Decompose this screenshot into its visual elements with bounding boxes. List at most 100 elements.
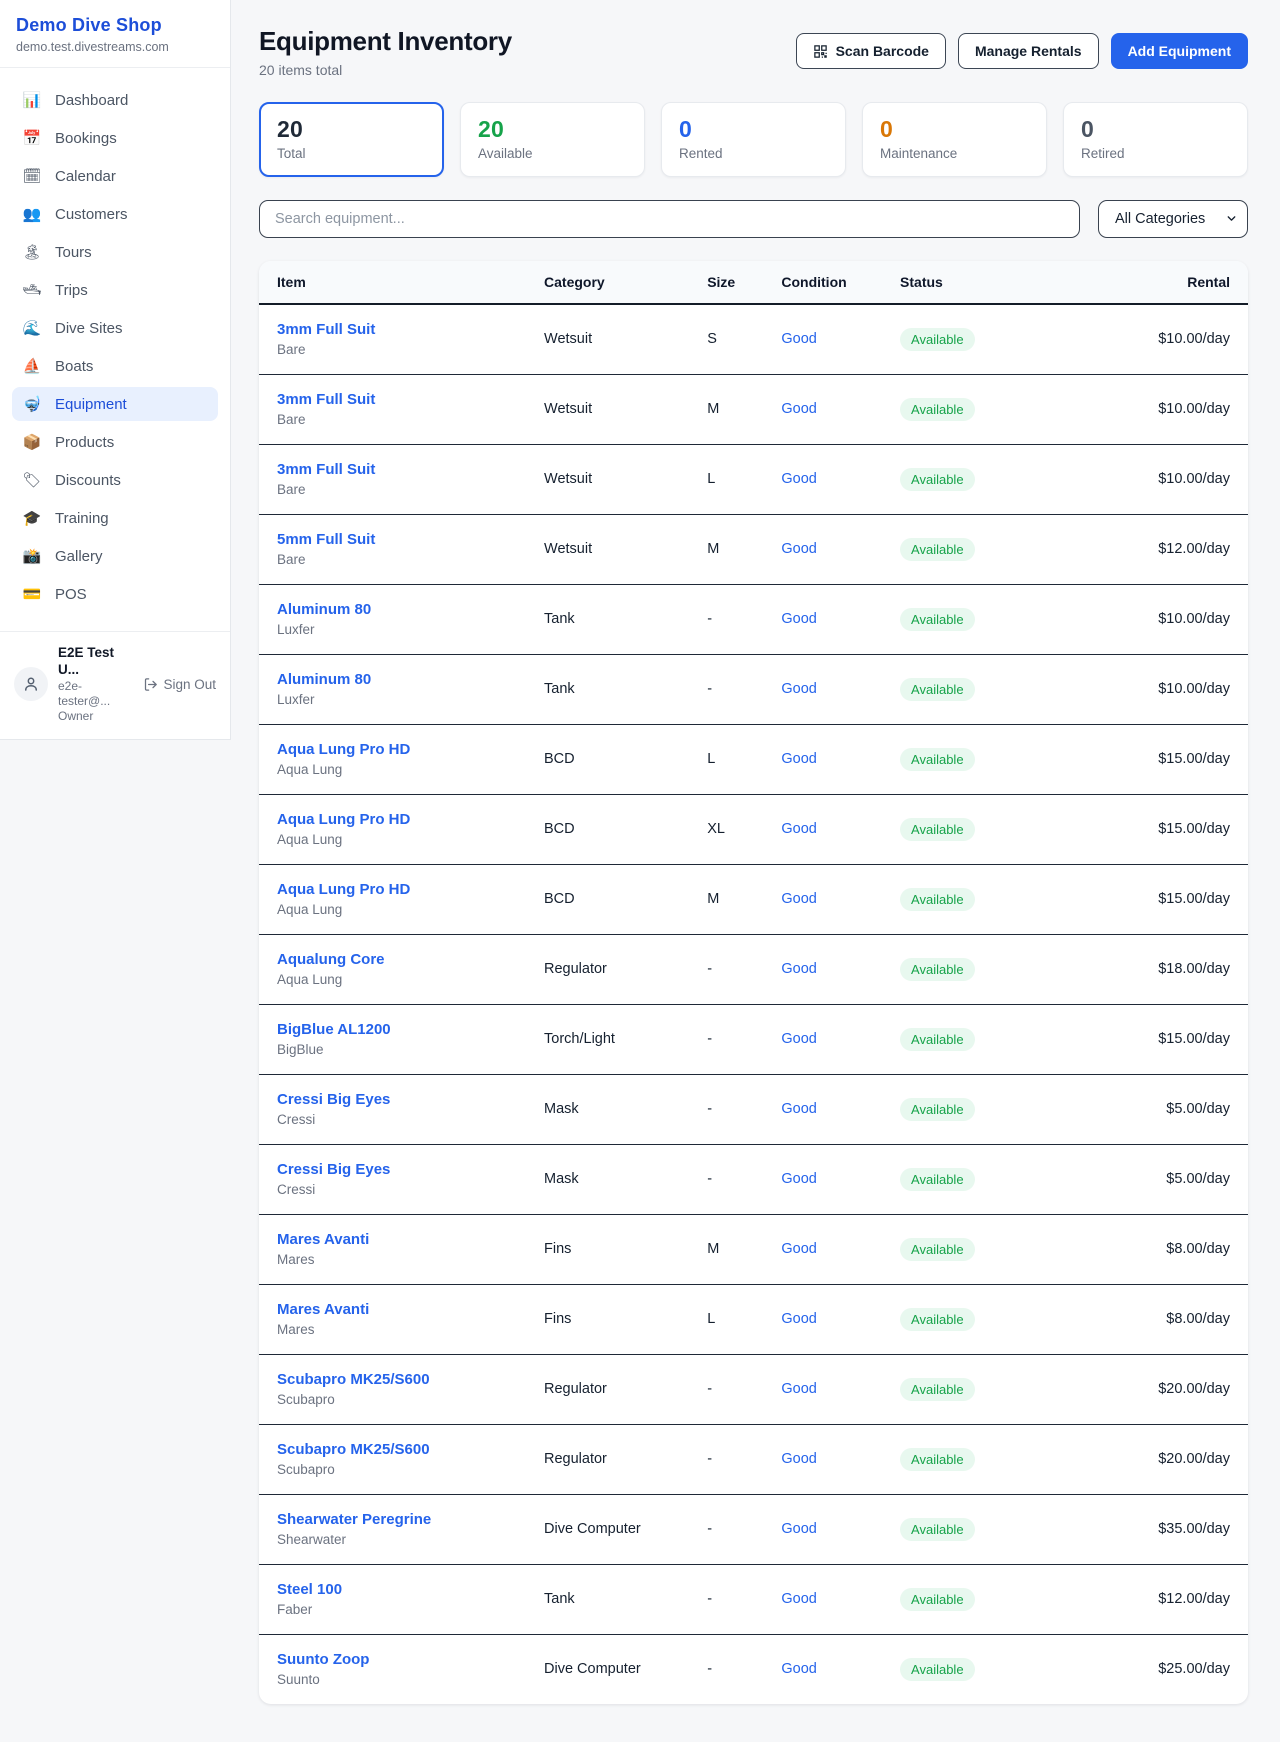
stat-card-retired[interactable]: 0 Retired <box>1063 102 1248 177</box>
item-name-link[interactable]: Scubapro MK25/S600 <box>277 1371 430 1388</box>
condition-link[interactable]: Good <box>781 821 816 837</box>
category-select[interactable]: All Categories <box>1098 200 1248 238</box>
item-name-link[interactable]: Suunto Zoop <box>277 1651 369 1668</box>
item-brand: Scubapro <box>277 1462 510 1477</box>
item-size: M <box>689 1214 763 1284</box>
sidebar-item-pos[interactable]: 💳 POS <box>12 577 218 611</box>
sidebar-nav: 📊 Dashboard 📅 Bookings 🗓 Calendar 👥 Cust… <box>0 68 230 625</box>
item-name-link[interactable]: 3mm Full Suit <box>277 321 375 338</box>
condition-link[interactable]: Good <box>781 961 816 977</box>
app-root: Demo Dive Shop demo.test.divestreams.com… <box>0 0 1280 1742</box>
condition-link[interactable]: Good <box>781 331 816 347</box>
table-row: Shearwater Peregrine Shearwater Dive Com… <box>259 1494 1248 1564</box>
calendar-icon: 📅 <box>22 129 42 147</box>
condition-link[interactable]: Good <box>781 401 816 417</box>
equipment-table: Item Category Size Condition Status Rent… <box>259 261 1248 1704</box>
item-name-link[interactable]: Aluminum 80 <box>277 601 371 618</box>
status-badge: Available <box>900 818 975 841</box>
col-header-category: Category <box>526 261 689 304</box>
sidebar-item-label: Dashboard <box>55 92 128 109</box>
item-name-link[interactable]: 3mm Full Suit <box>277 391 375 408</box>
condition-link[interactable]: Good <box>781 541 816 557</box>
sidebar-item-trips[interactable]: 🛥 Trips <box>12 273 218 307</box>
condition-link[interactable]: Good <box>781 751 816 767</box>
sidebar-item-discounts[interactable]: 🏷 Discounts <box>12 463 218 497</box>
item-name-link[interactable]: BigBlue AL1200 <box>277 1021 391 1038</box>
condition-link[interactable]: Good <box>781 1661 816 1677</box>
item-name-link[interactable]: 3mm Full Suit <box>277 461 375 478</box>
sidebar-item-products[interactable]: 📦 Products <box>12 425 218 459</box>
sign-out-icon <box>143 677 158 692</box>
status-badge: Available <box>900 1658 975 1681</box>
scan-barcode-button[interactable]: Scan Barcode <box>796 33 946 69</box>
sidebar-item-tours[interactable]: 🏝 Tours <box>12 235 218 269</box>
stat-card-rented[interactable]: 0 Rented <box>661 102 846 177</box>
condition-link[interactable]: Good <box>781 611 816 627</box>
condition-link[interactable]: Good <box>781 1521 816 1537</box>
stat-label: Retired <box>1081 146 1230 161</box>
stat-card-available[interactable]: 20 Available <box>460 102 645 177</box>
item-name-link[interactable]: Mares Avanti <box>277 1231 369 1248</box>
condition-link[interactable]: Good <box>781 1591 816 1607</box>
sidebar-item-label: Boats <box>55 358 93 375</box>
table-row: BigBlue AL1200 BigBlue Torch/Light - Goo… <box>259 1004 1248 1074</box>
item-rental: $15.00/day <box>1040 794 1248 864</box>
stat-card-total[interactable]: 20 Total <box>259 102 444 177</box>
sidebar-item-bookings[interactable]: 📅 Bookings <box>12 121 218 155</box>
header-actions: Scan Barcode Manage Rentals Add Equipmen… <box>796 26 1248 69</box>
status-badge: Available <box>900 538 975 561</box>
sign-out-button[interactable]: Sign Out <box>143 677 216 692</box>
condition-link[interactable]: Good <box>781 1241 816 1257</box>
item-name-link[interactable]: Mares Avanti <box>277 1301 369 1318</box>
item-name-link[interactable]: Scubapro MK25/S600 <box>277 1441 430 1458</box>
sidebar-item-boats[interactable]: ⛵ Boats <box>12 349 218 383</box>
sidebar-item-customers[interactable]: 👥 Customers <box>12 197 218 231</box>
sidebar-item-dashboard[interactable]: 📊 Dashboard <box>12 83 218 117</box>
condition-link[interactable]: Good <box>781 1311 816 1327</box>
condition-link[interactable]: Good <box>781 471 816 487</box>
sidebar-item-dive-sites[interactable]: 🌊 Dive Sites <box>12 311 218 345</box>
item-name-link[interactable]: Aluminum 80 <box>277 671 371 688</box>
item-rental: $15.00/day <box>1040 864 1248 934</box>
sidebar-item-calendar[interactable]: 🗓 Calendar <box>12 159 218 193</box>
stat-value: 0 <box>679 116 828 143</box>
status-badge: Available <box>900 1238 975 1261</box>
credit-card-icon: 💳 <box>22 585 42 603</box>
condition-link[interactable]: Good <box>781 1171 816 1187</box>
item-category: Tank <box>526 654 689 724</box>
condition-link[interactable]: Good <box>781 1031 816 1047</box>
status-badge: Available <box>900 1518 975 1541</box>
condition-link[interactable]: Good <box>781 891 816 907</box>
main-content: Equipment Inventory 20 items total Scan … <box>231 0 1280 1734</box>
item-size: L <box>689 444 763 514</box>
condition-link[interactable]: Good <box>781 1101 816 1117</box>
manage-rentals-button[interactable]: Manage Rentals <box>958 33 1099 69</box>
item-name-link[interactable]: Aqualung Core <box>277 951 385 968</box>
item-category: Regulator <box>526 1354 689 1424</box>
search-input[interactable] <box>259 200 1080 238</box>
condition-link[interactable]: Good <box>781 1381 816 1397</box>
item-brand: Aqua Lung <box>277 762 510 777</box>
item-name-link[interactable]: Steel 100 <box>277 1581 342 1598</box>
sidebar-item-gallery[interactable]: 📸 Gallery <box>12 539 218 573</box>
stat-value: 20 <box>478 116 627 143</box>
item-name-link[interactable]: 5mm Full Suit <box>277 531 375 548</box>
bar-chart-icon: 📊 <box>22 91 42 109</box>
condition-link[interactable]: Good <box>781 1451 816 1467</box>
users-icon: 👥 <box>22 205 42 223</box>
item-category: BCD <box>526 794 689 864</box>
item-name-link[interactable]: Cressi Big Eyes <box>277 1091 390 1108</box>
stat-card-maintenance[interactable]: 0 Maintenance <box>862 102 1047 177</box>
status-badge: Available <box>900 1308 975 1331</box>
sidebar-item-training[interactable]: 🎓 Training <box>12 501 218 535</box>
add-equipment-button[interactable]: Add Equipment <box>1111 33 1248 69</box>
sidebar-item-equipment[interactable]: 🤿 Equipment <box>12 387 218 421</box>
qr-code-icon <box>813 44 828 59</box>
item-name-link[interactable]: Cressi Big Eyes <box>277 1161 390 1178</box>
sidebar-item-label: POS <box>55 586 87 603</box>
item-name-link[interactable]: Shearwater Peregrine <box>277 1511 431 1528</box>
condition-link[interactable]: Good <box>781 681 816 697</box>
item-name-link[interactable]: Aqua Lung Pro HD <box>277 811 410 828</box>
item-name-link[interactable]: Aqua Lung Pro HD <box>277 741 410 758</box>
item-name-link[interactable]: Aqua Lung Pro HD <box>277 881 410 898</box>
